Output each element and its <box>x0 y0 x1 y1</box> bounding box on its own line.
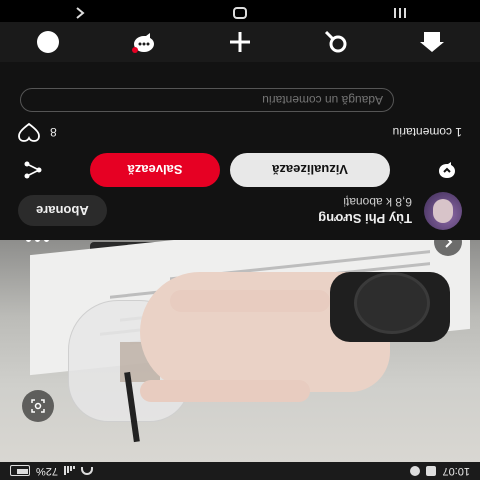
followers-count: 6,8 k abonați <box>343 195 412 210</box>
battery-icon <box>10 465 30 477</box>
avatar-face <box>433 199 453 223</box>
primary-actions: Vizualizează Salvează <box>90 153 390 187</box>
status-time: 10:07 <box>442 465 470 477</box>
gallery-icon <box>410 466 421 476</box>
comment-input[interactable] <box>20 88 394 112</box>
save-button[interactable]: Salvează <box>90 153 220 187</box>
status-left: 10:07 <box>410 465 470 477</box>
plus-icon[interactable] <box>220 27 260 57</box>
profile-info[interactable]: Tùy Phi Sương 6,8 k abonați <box>318 192 462 230</box>
profile-name[interactable]: Tùy Phi Sương <box>318 212 412 227</box>
pin-details: Tùy Phi Sương 6,8 k abonați Abonare Vizu… <box>0 62 480 240</box>
likes-count: 8 <box>50 125 57 139</box>
profile-icon[interactable] <box>28 27 68 57</box>
heart-icon[interactable] <box>18 122 40 142</box>
status-right: 72% <box>10 465 94 477</box>
notification-icon <box>426 466 437 476</box>
watch-face-image-part <box>354 272 430 334</box>
system-nav <box>0 0 480 22</box>
share-icon[interactable] <box>18 155 48 185</box>
name-block: Tùy Phi Sương 6,8 k abonați <box>318 196 412 227</box>
home-button-icon[interactable] <box>230 2 250 21</box>
notification-dot <box>132 47 138 53</box>
back-icon[interactable] <box>70 2 90 21</box>
view-button[interactable]: Vizualizează <box>230 153 390 187</box>
wifi-icon <box>81 467 94 475</box>
finger-image-part <box>140 380 310 402</box>
message-icon[interactable] <box>432 155 462 185</box>
status-bar: 10:07 72% <box>0 462 480 480</box>
subscribe-button[interactable]: Abonare <box>18 195 107 227</box>
recents-icon[interactable] <box>390 2 410 21</box>
finger-image-part <box>170 290 330 312</box>
comments-count[interactable]: 1 comentariu <box>393 125 462 139</box>
visual-search-icon[interactable] <box>22 390 54 422</box>
battery-percent: 72% <box>36 465 59 477</box>
pin-image[interactable] <box>0 240 480 462</box>
app-screen: 10:07 72% Tùy Phi Sương 6,8 k abonați Ab… <box>0 0 480 480</box>
avatar[interactable] <box>424 192 462 230</box>
comments-row: 1 comentariu 8 <box>18 120 462 144</box>
action-row: Vizualizează Salvează <box>18 152 462 188</box>
likes: 8 <box>18 122 57 142</box>
profile-row: Tùy Phi Sương 6,8 k abonați Abonare <box>18 190 462 232</box>
signal-icon <box>64 466 76 476</box>
home-icon[interactable] <box>412 27 452 57</box>
chat-icon[interactable] <box>124 27 164 57</box>
search-icon[interactable] <box>316 27 356 57</box>
bottom-nav <box>0 22 480 62</box>
